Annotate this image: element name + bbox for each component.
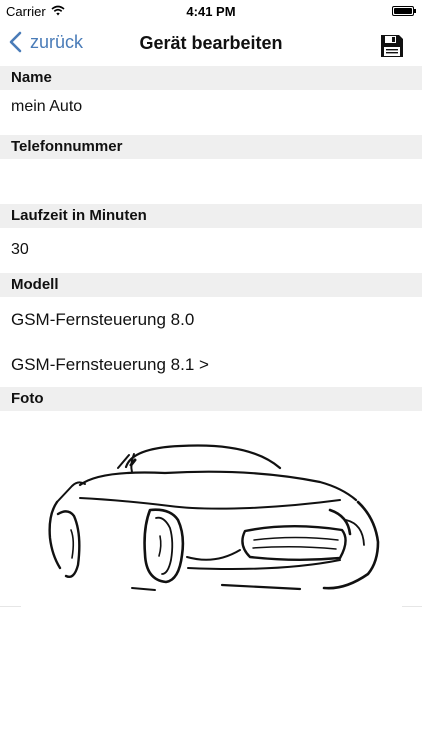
car-sketch-image[interactable] bbox=[40, 440, 390, 605]
model-option-8-0[interactable]: GSM-Fernsteuerung 8.0 bbox=[11, 310, 194, 330]
status-bar: Carrier 4:41 PM bbox=[0, 0, 422, 22]
page-title: Gerät bearbeiten bbox=[139, 33, 283, 53]
status-time: 4:41 PM bbox=[186, 4, 236, 19]
navigation-bar: zurück Gerät bearbeiten bbox=[0, 22, 422, 66]
model-option-8-1[interactable]: GSM-Fernsteuerung 8.1 > bbox=[11, 355, 209, 375]
name-section-header: Name bbox=[0, 66, 422, 90]
runtime-section-header: Laufzeit in Minuten bbox=[0, 204, 422, 228]
battery-icon bbox=[392, 6, 416, 16]
divider bbox=[0, 606, 21, 607]
photo-section-header: Foto bbox=[0, 387, 422, 411]
floppy-disk-save-icon[interactable] bbox=[380, 34, 404, 58]
model-section-header: Modell bbox=[0, 273, 422, 297]
name-field[interactable]: mein Auto bbox=[11, 98, 82, 116]
phone-section-header: Telefonnummer bbox=[0, 135, 422, 159]
phone-field[interactable] bbox=[11, 167, 411, 189]
divider bbox=[402, 606, 422, 607]
runtime-field[interactable]: 30 bbox=[11, 241, 29, 259]
